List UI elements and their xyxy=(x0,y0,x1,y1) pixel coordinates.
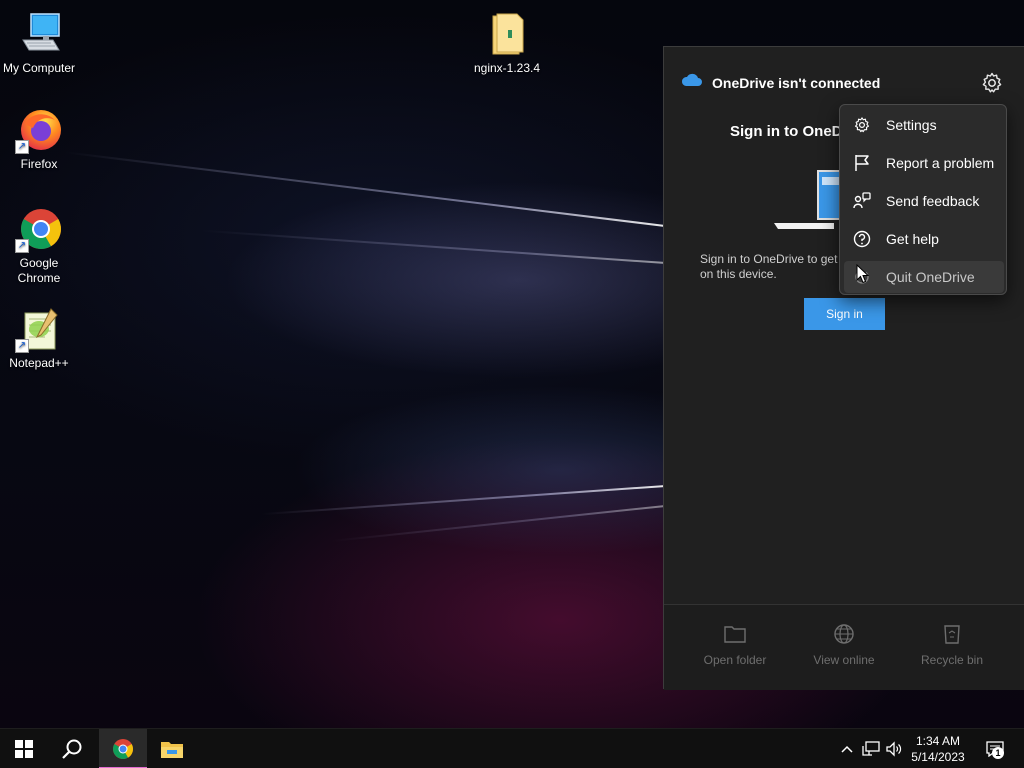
shortcut-arrow-icon: ↗ xyxy=(15,239,29,253)
taskbar-file-explorer[interactable] xyxy=(148,729,196,768)
zip-folder-icon xyxy=(483,10,531,58)
desktop-icon-label: Firefox xyxy=(20,157,58,171)
menu-item-settings[interactable]: Settings xyxy=(844,109,1004,141)
signin-description: Sign in to OneDrive to get on this devic… xyxy=(700,252,838,281)
wallpaper-streak xyxy=(64,151,666,227)
gear-icon xyxy=(852,115,872,135)
chrome-icon xyxy=(113,739,133,759)
view-online-label: View online xyxy=(813,653,875,667)
globe-icon xyxy=(834,624,854,644)
computer-icon xyxy=(15,10,63,58)
open-folder-button[interactable]: Open folder xyxy=(681,623,789,667)
start-button[interactable] xyxy=(0,729,48,768)
desktop-icon-label: Google Chrome xyxy=(17,256,61,285)
laptop-illustration-icon xyxy=(774,167,849,237)
menu-item-send-feedback[interactable]: Send feedback xyxy=(844,185,1004,217)
flag-icon xyxy=(852,153,872,173)
desktop-icon-google-chrome[interactable]: ↗ Google Chrome xyxy=(0,205,78,286)
menu-item-label: Get help xyxy=(886,231,939,247)
search-button[interactable] xyxy=(48,729,96,768)
view-online-button[interactable]: View online xyxy=(790,623,898,667)
desktop-icon-label: My Computer xyxy=(2,61,76,75)
notepad-plus-plus-icon: ↗ xyxy=(15,305,63,353)
menu-item-label: Quit OneDrive xyxy=(886,269,975,285)
taskbar-chrome[interactable] xyxy=(99,729,147,768)
notification-count-badge: 1 xyxy=(992,747,1004,759)
show-hidden-icons-chevron-icon[interactable] xyxy=(837,739,857,759)
windows-logo-icon xyxy=(15,740,33,758)
shortcut-arrow-icon: ↗ xyxy=(15,339,29,353)
help-icon xyxy=(852,229,872,249)
desktop-icon-label: nginx-1.23.4 xyxy=(473,61,541,75)
wallpaper-streak xyxy=(331,505,666,543)
desktop-icon-firefox[interactable]: ↗ Firefox xyxy=(0,106,78,172)
open-folder-label: Open folder xyxy=(703,653,767,667)
clock-date: 5/14/2023 xyxy=(911,750,965,764)
network-icon[interactable] xyxy=(861,739,881,759)
desktop-icon-notepad-plus-plus[interactable]: ↗ Notepad++ xyxy=(0,305,78,371)
menu-item-label: Settings xyxy=(886,117,937,133)
wallpaper-streak xyxy=(201,229,666,264)
desktop-icon-nginx-folder[interactable]: nginx-1.23.4 xyxy=(468,10,546,76)
firefox-icon: ↗ xyxy=(15,106,63,154)
recycle-bin-button[interactable]: Recycle bin xyxy=(898,623,1006,667)
menu-item-label: Send feedback xyxy=(886,193,980,209)
recycle-bin-label: Recycle bin xyxy=(920,653,984,667)
volume-icon[interactable] xyxy=(884,739,904,759)
onedrive-title: OneDrive isn't connected xyxy=(712,74,881,91)
onedrive-settings-gear-icon[interactable] xyxy=(980,71,1004,95)
taskbar: 1:34 AM 5/14/2023 1 xyxy=(0,728,1024,768)
feedback-icon xyxy=(852,191,872,211)
desktop-icon-label: Notepad++ xyxy=(9,356,69,370)
signin-button[interactable]: Sign in xyxy=(804,298,885,330)
menu-item-label: Report a problem xyxy=(886,155,995,171)
folder-icon xyxy=(724,626,746,643)
shortcut-arrow-icon: ↗ xyxy=(15,140,29,154)
clock-time: 1:34 AM xyxy=(915,734,961,748)
menu-item-report-problem[interactable]: Report a problem xyxy=(844,147,1004,179)
recycle-bin-icon xyxy=(944,625,960,644)
file-explorer-icon xyxy=(161,742,183,758)
desktop-icon-my-computer[interactable]: My Computer xyxy=(0,10,78,76)
onedrive-cloud-icon xyxy=(680,73,702,92)
mouse-cursor-icon xyxy=(856,263,870,284)
menu-item-get-help[interactable]: Get help xyxy=(844,223,1004,255)
onedrive-footer: Open folder View online Recycle bin xyxy=(664,604,1024,690)
action-center-button[interactable]: 1 xyxy=(982,739,1008,759)
taskbar-clock[interactable]: 1:34 AM 5/14/2023 xyxy=(902,733,974,765)
search-icon xyxy=(62,739,82,759)
chrome-icon: ↗ xyxy=(15,205,63,253)
onedrive-header: OneDrive isn't connected xyxy=(680,73,880,92)
signin-heading: Sign in to OneD xyxy=(730,123,843,140)
